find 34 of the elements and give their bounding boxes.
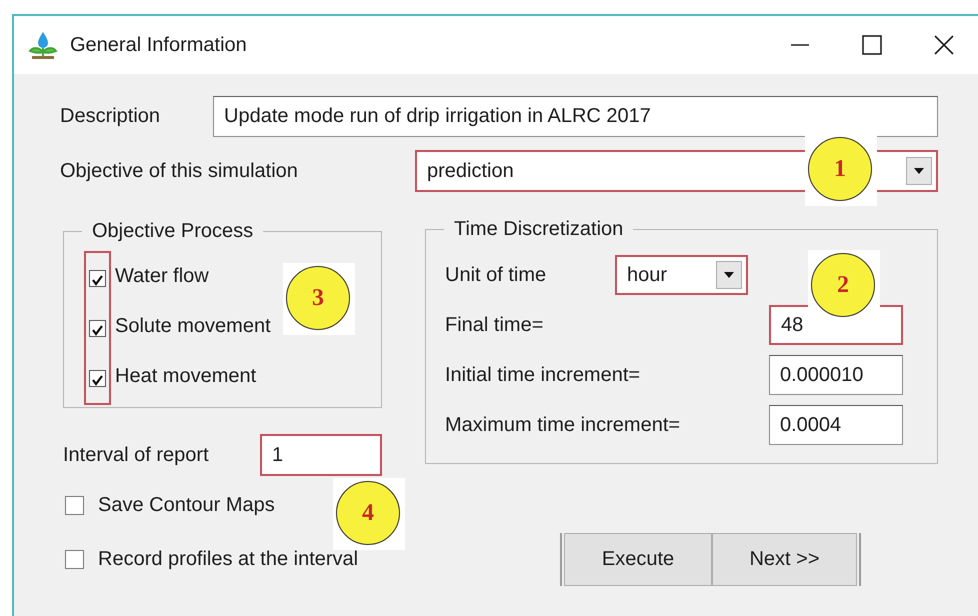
number-badge: 4 xyxy=(336,481,400,545)
field-label: Interval of report xyxy=(63,444,210,466)
interval-field[interactable]: 1 xyxy=(260,434,382,476)
number-field[interactable]: 0.000010 xyxy=(769,355,903,395)
description-field[interactable]: Update mode run of drip irrigation in ALRC 2017 xyxy=(213,96,938,137)
number-field[interactable]: 0.0004 xyxy=(769,405,903,445)
field-label: Final time= xyxy=(445,314,544,336)
number-badge: 3 xyxy=(286,266,350,330)
checkbox[interactable] xyxy=(65,496,84,515)
group-title: Objective Process xyxy=(91,220,254,243)
checkbox[interactable] xyxy=(89,270,106,286)
group-title: Time Discretization xyxy=(453,218,624,241)
plant-drop-icon xyxy=(28,30,58,60)
field-label: Unit of time xyxy=(445,264,548,286)
number-badge: 1 xyxy=(808,137,872,201)
checkbox[interactable] xyxy=(89,370,106,386)
field-label: Initial time increment= xyxy=(445,364,642,386)
number-badge: 2 xyxy=(811,253,875,317)
checkbox[interactable] xyxy=(89,320,106,336)
maximize-icon[interactable] xyxy=(862,35,882,55)
checkbox-label: Save Contour Maps xyxy=(98,494,275,517)
field-label: Objective of this simulation xyxy=(60,160,299,182)
close-icon[interactable] xyxy=(934,35,954,55)
field-label: Maximum time increment= xyxy=(445,414,682,436)
unit-dropdown[interactable]: hour xyxy=(615,255,748,295)
checkbox-label: Heat movement xyxy=(114,364,258,388)
checkbox-label: Solute movement xyxy=(114,314,271,338)
checkbox-label: Record profiles at the interval xyxy=(98,548,358,571)
execute-button[interactable]: Execute xyxy=(564,533,712,586)
checkbox-label: Water flow xyxy=(114,264,210,288)
window-title: General Information xyxy=(70,34,248,56)
field-label: Description xyxy=(60,105,162,128)
checkbox[interactable] xyxy=(65,550,84,569)
next-button[interactable]: Next >> xyxy=(712,533,857,586)
